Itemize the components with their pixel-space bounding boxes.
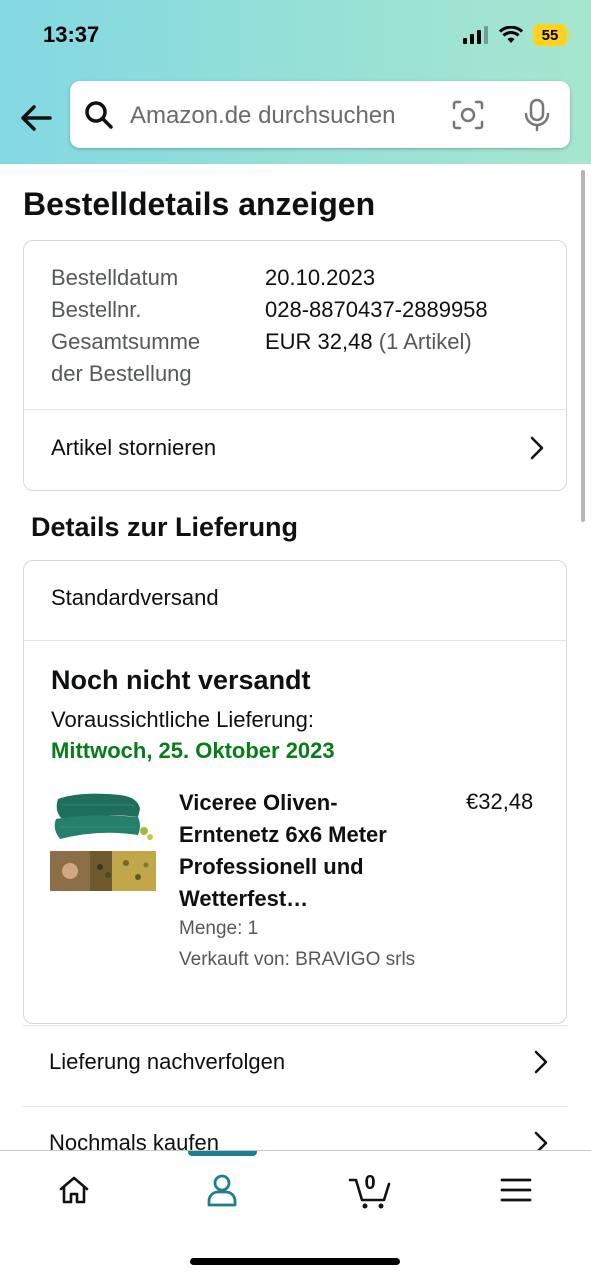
- shipment-status: Noch nicht versandt: [51, 665, 311, 695]
- delivery-section-title: Details zur Lieferung: [31, 512, 299, 542]
- product-seller: Verkauft von: BRAVIGO srls: [179, 949, 416, 970]
- search-icon: [85, 101, 113, 129]
- eta-label: Voraussichtliche Lieferung:: [51, 707, 314, 732]
- tab-home[interactable]: [44, 1165, 104, 1215]
- wifi-icon: [499, 26, 523, 43]
- app-header: 13:37 55: [0, 0, 591, 164]
- divider: [24, 640, 566, 641]
- order-date-label: Bestelldatum: [51, 265, 179, 290]
- order-number-label: Bestellnr.: [51, 297, 142, 322]
- order-total-value: EUR 32,48 (1 Artikel): [265, 329, 472, 354]
- status-icons: 55: [463, 24, 571, 46]
- product-quantity: Menge: 1: [179, 918, 259, 939]
- cart-wrapper: 0: [348, 1170, 392, 1210]
- product-title[interactable]: Viceree Oliven-Erntenetz 6x6 Meter Profe…: [179, 787, 429, 915]
- cancel-items-label: Artikel stornieren: [51, 435, 217, 460]
- search-input[interactable]: [128, 99, 422, 133]
- order-summary-card: Bestelldatum 20.10.2023 Bestellnr. 028-8…: [23, 240, 567, 491]
- order-number-value: 028-8870437-2889958: [265, 297, 488, 322]
- chevron-right-icon: [534, 1050, 548, 1074]
- tab-cart[interactable]: 0: [340, 1165, 400, 1215]
- menu-icon: [500, 1178, 532, 1202]
- home-icon: [59, 1176, 89, 1204]
- signal-icon: [463, 26, 488, 44]
- order-date-value: 20.10.2023: [265, 265, 376, 290]
- divider: [24, 409, 566, 410]
- product-price: €32,48: [466, 789, 534, 814]
- camera-search-icon[interactable]: [451, 99, 485, 131]
- search-bar[interactable]: [70, 81, 570, 148]
- microphone-icon[interactable]: [522, 98, 552, 132]
- cancel-items-link[interactable]: Artikel stornieren: [24, 411, 566, 491]
- tab-menu[interactable]: [486, 1165, 546, 1215]
- scrollbar[interactable]: [581, 170, 585, 522]
- active-tab-indicator: [188, 1151, 257, 1156]
- home-indicator: [190, 1258, 400, 1265]
- status-time: 13:37: [43, 22, 100, 47]
- track-delivery-link[interactable]: Lieferung nachverfolgen: [23, 1026, 568, 1106]
- track-delivery-label: Lieferung nachverfolgen: [49, 1049, 286, 1074]
- battery-indicator: 55: [533, 24, 571, 46]
- cart-icon: [348, 1178, 391, 1209]
- shipping-method: Standardversand: [51, 585, 219, 610]
- product-image[interactable]: [50, 791, 156, 891]
- back-arrow-icon[interactable]: [16, 98, 56, 138]
- page-title: Bestelldetails anzeigen: [23, 186, 376, 222]
- delivery-card: Standardversand Noch nicht versandt Vora…: [23, 560, 567, 1024]
- tab-account[interactable]: [192, 1165, 252, 1215]
- chevron-right-icon: [530, 436, 544, 460]
- order-total-label: Gesamtsumme der Bestellung: [51, 329, 201, 386]
- account-icon: [207, 1174, 237, 1207]
- eta-date: Mittwoch, 25. Oktober 2023: [51, 738, 335, 763]
